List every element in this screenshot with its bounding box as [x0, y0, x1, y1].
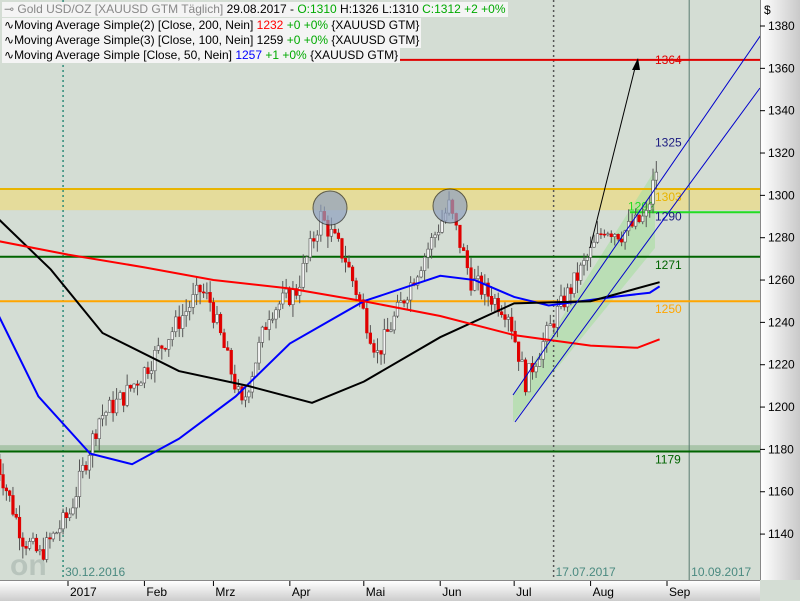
x-tick-label: Aug	[593, 585, 614, 599]
x-tick-label: Feb	[146, 585, 167, 599]
indicator-symbol: {XAUUSD GTM}	[310, 48, 399, 62]
y-tick-label: 1360	[768, 61, 795, 75]
wave-icon: ∿	[4, 18, 15, 32]
indicator-legend-1[interactable]: ∿Moving Average Simple(3) [Close, 100, N…	[2, 33, 422, 48]
wave-icon: ∿	[4, 33, 15, 47]
y-tick-label: 1220	[768, 358, 795, 372]
indicator-symbol: {XAUUSD GTM}	[331, 18, 420, 32]
indicator-legend-2[interactable]: ∿Moving Average Simple [Close, 50, Nein]…	[2, 48, 401, 63]
y-tick-label: 1160	[768, 485, 794, 499]
close-value: C:1312 +2 +0%	[422, 2, 506, 16]
y-tick-label: 1200	[768, 400, 795, 414]
x-tick-label: Apr	[292, 585, 311, 599]
bar-date: 29.08.2017 -	[226, 2, 294, 16]
indicator-change: +0 +0%	[286, 18, 329, 32]
indicator-legend-0[interactable]: ∿Moving Average Simple(2) [Close, 200, N…	[2, 18, 422, 33]
y-tick-label: 1180	[768, 442, 794, 456]
open-value: O:1310	[297, 2, 337, 16]
y-tick-label: 1380	[768, 19, 795, 33]
indicator-name: Moving Average Simple [Close, 50, Nein]	[14, 48, 232, 62]
x-tick-label: Mai	[366, 585, 385, 599]
y-tick-label: 1280	[768, 231, 795, 245]
y-tick-label: 1240	[768, 315, 795, 329]
y-tick-label: 1320	[768, 146, 795, 160]
header-legend: ⊸ Gold USD/OZ [XAUUSD GTM Täglich] 29.08…	[2, 2, 508, 17]
currency-symbol: $	[764, 3, 771, 17]
wave-icon: ∿	[4, 48, 15, 62]
x-tick-label: Mrz	[215, 585, 235, 599]
indicator-name: Moving Average Simple(3) [Close, 100, Ne…	[14, 33, 254, 47]
indicator-change: +0 +0%	[286, 33, 329, 47]
y-tick-label: 1300	[768, 188, 795, 202]
low-value: L:1310	[382, 2, 419, 16]
axis-labels: $1140 1160 1180 1200 1220 1240 1260 1280 1300 132…	[67, 3, 795, 599]
x-tick-label: Jun	[442, 585, 461, 599]
y-tick-label: 1340	[768, 104, 795, 118]
indicator-change: +1 +0%	[265, 48, 307, 62]
chart-window: 30.12.2016 17.07.2017 10.09.2017 1364 1303 12…	[0, 0, 800, 601]
instrument-title: Gold USD/OZ [XAUUSD GTM Täglich]	[17, 2, 224, 16]
indicator-value: 1259	[256, 33, 284, 47]
pin-icon: ⊸	[4, 2, 15, 16]
x-tick-label: 2017	[70, 585, 97, 599]
indicator-value: 1232	[256, 18, 284, 32]
indicator-name: Moving Average Simple(2) [Close, 200, Ne…	[14, 18, 254, 32]
indicator-value: 1257	[235, 48, 263, 62]
indicator-symbol: {XAUUSD GTM}	[331, 33, 420, 47]
x-tick-label: Jul	[516, 585, 531, 599]
high-value: H:1326	[340, 2, 379, 16]
x-tick-label: Sep	[669, 585, 691, 599]
y-tick-label: 1140	[768, 527, 794, 541]
y-tick-label: 1260	[768, 273, 795, 287]
